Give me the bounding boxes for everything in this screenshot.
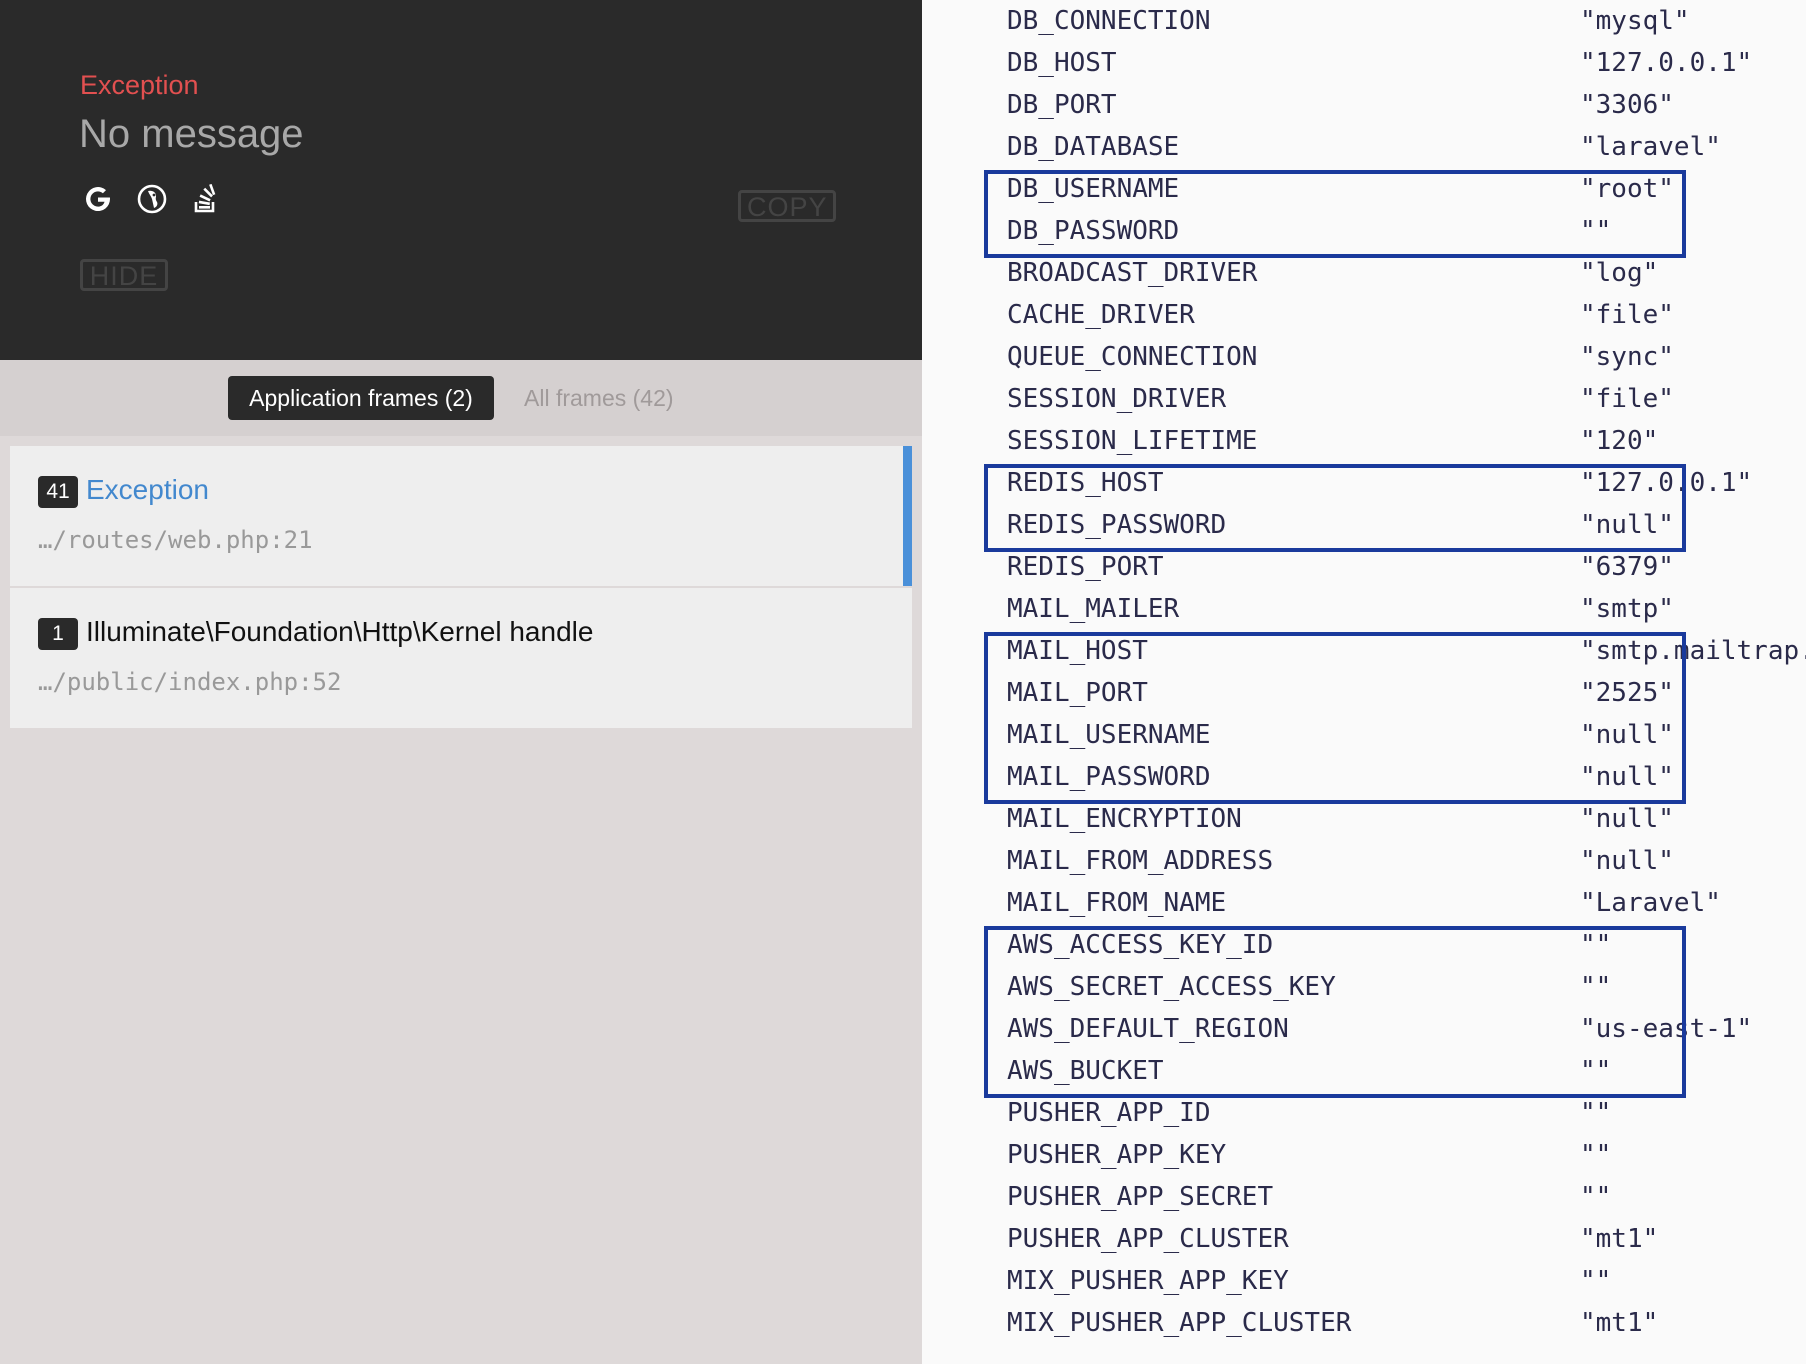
env-value: "120"	[1580, 426, 1659, 456]
env-value: "mysql"	[1580, 6, 1690, 36]
env-key: PUSHER_APP_CLUSTER	[1007, 1224, 1289, 1254]
env-key: REDIS_PORT	[1007, 552, 1164, 582]
stack-frame[interactable]: 41 Exception …/routes/web.php:21	[10, 446, 912, 586]
environment-variables-panel: DB_CONNECTION "mysql" DB_HOST "127.0.0.1" DB…	[922, 0, 1806, 1364]
env-value: "laravel"	[1580, 132, 1721, 162]
env-value: ""	[1580, 1182, 1612, 1212]
env-key: MAIL_FROM_NAME	[1007, 888, 1227, 918]
exception-message: No message	[79, 112, 304, 156]
highlight-box	[984, 632, 1686, 804]
frame-number: 1	[38, 618, 78, 650]
env-key: MAIL_MAILER	[1007, 594, 1180, 624]
env-value: ""	[1580, 1098, 1612, 1128]
exception-class: Exception	[80, 70, 199, 100]
env-key: MAIL_FROM_ADDRESS	[1007, 846, 1274, 876]
env-key: DB_HOST	[1007, 48, 1117, 78]
env-key: DB_PORT	[1007, 90, 1117, 120]
env-value: "file"	[1580, 300, 1674, 330]
env-key: MIX_PUSHER_APP_KEY	[1007, 1266, 1289, 1296]
copy-button[interactable]: COPY	[738, 190, 836, 222]
search-links	[82, 183, 222, 215]
env-key: PUSHER_APP_KEY	[1007, 1140, 1227, 1170]
env-key: MAIL_ENCRYPTION	[1007, 804, 1242, 834]
frame-name: Illuminate\Foundation\Http\Kernel handle	[86, 616, 594, 647]
env-key: DB_DATABASE	[1007, 132, 1180, 162]
highlight-box	[984, 170, 1686, 258]
tab-application-frames[interactable]: Application frames (2)	[228, 376, 494, 420]
frame-name: Exception	[86, 474, 209, 505]
env-key: MIX_PUSHER_APP_CLUSTER	[1007, 1308, 1352, 1338]
env-key: PUSHER_APP_ID	[1007, 1098, 1211, 1128]
env-value: "mt1"	[1580, 1308, 1659, 1338]
hide-button[interactable]: HIDE	[80, 259, 168, 291]
stack-frame[interactable]: 1 Illuminate\Foundation\Http\Kernel hand…	[10, 588, 912, 728]
highlight-box	[984, 464, 1686, 552]
env-key: QUEUE_CONNECTION	[1007, 342, 1258, 372]
env-value: "6379"	[1580, 552, 1674, 582]
env-value: "null"	[1580, 846, 1674, 876]
highlight-box	[984, 926, 1686, 1098]
env-value: "null"	[1580, 804, 1674, 834]
env-value: "3306"	[1580, 90, 1674, 120]
env-value: "smtp"	[1580, 594, 1674, 624]
env-value: "mt1"	[1580, 1224, 1659, 1254]
env-value: "file"	[1580, 384, 1674, 414]
env-key: DB_CONNECTION	[1007, 6, 1211, 36]
env-value: ""	[1580, 1140, 1612, 1170]
env-value: "log"	[1580, 258, 1659, 288]
frame-path: …/routes/web.php:21	[38, 526, 313, 554]
env-value: "Laravel"	[1580, 888, 1721, 918]
active-frame-indicator	[903, 446, 912, 586]
env-key: CACHE_DRIVER	[1007, 300, 1195, 330]
frame-number: 41	[38, 476, 78, 508]
left-panel: Exception No message COPY HIDE Applicati…	[0, 0, 922, 1364]
google-icon[interactable]	[82, 183, 114, 215]
stackoverflow-icon[interactable]	[190, 183, 222, 215]
tab-all-frames[interactable]: All frames (42)	[524, 376, 674, 420]
frame-path: …/public/index.php:52	[38, 668, 342, 696]
env-key: BROADCAST_DRIVER	[1007, 258, 1258, 288]
env-value: "sync"	[1580, 342, 1674, 372]
env-value: "127.0.0.1"	[1580, 48, 1753, 78]
env-value: ""	[1580, 1266, 1612, 1296]
env-key: SESSION_DRIVER	[1007, 384, 1227, 414]
env-key: SESSION_LIFETIME	[1007, 426, 1258, 456]
duckduckgo-icon[interactable]	[136, 183, 168, 215]
env-key: PUSHER_APP_SECRET	[1007, 1182, 1274, 1212]
exception-header: Exception No message COPY HIDE	[0, 0, 922, 360]
